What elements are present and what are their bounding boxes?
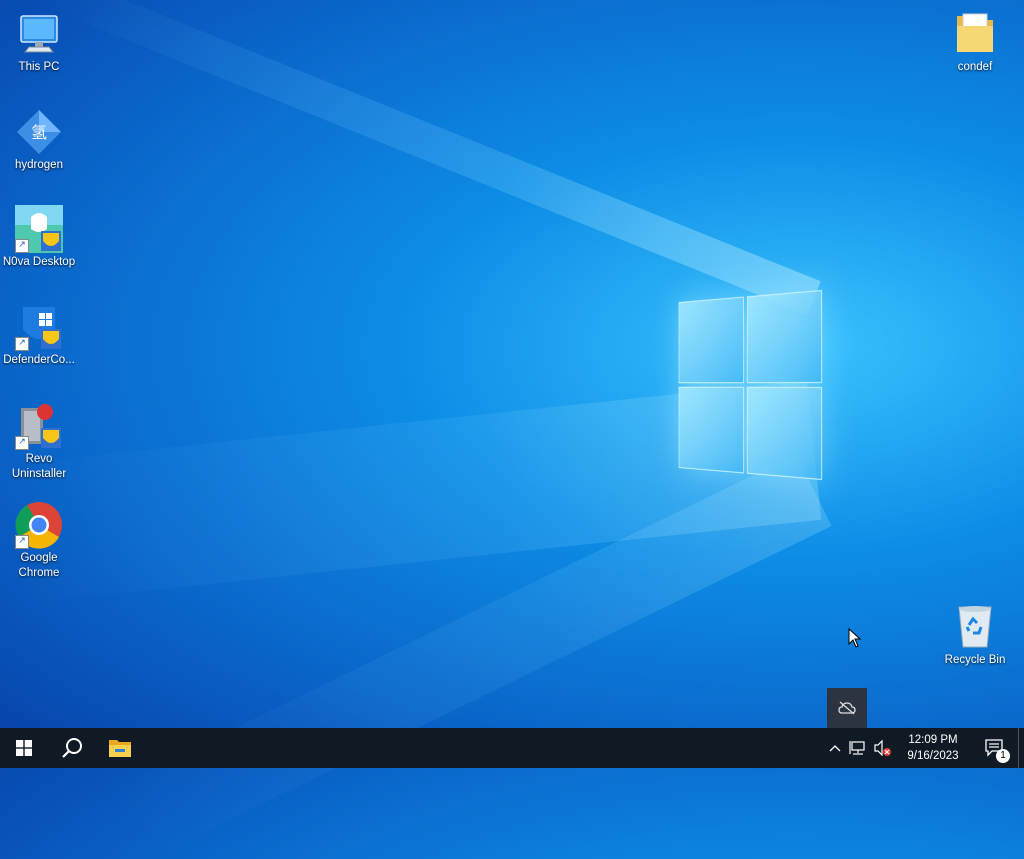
desktop-icon-label: DefenderCo... [3, 354, 75, 366]
desktop-icon-label: This PC [18, 61, 60, 73]
shortcut-arrow-icon: ↗ [15, 239, 29, 253]
file-explorer-icon [109, 740, 131, 757]
desktop-icon-label: condef [957, 61, 993, 73]
chrome-icon: ↗ [15, 501, 63, 549]
clock-date: 9/16/2023 [907, 750, 959, 762]
start-button[interactable] [0, 728, 48, 768]
network-icon [849, 741, 865, 755]
folder-icon [951, 10, 999, 58]
clock[interactable]: 12:09 PM 9/16/2023 [894, 732, 972, 764]
desktop-icon-label: N0va Desktop [2, 256, 76, 268]
defender-control-icon: ↗ [15, 303, 63, 351]
windows-wallpaper-logo [678, 290, 822, 480]
revo-uninstaller-icon: ↗ [15, 402, 63, 450]
volume-button[interactable] [870, 728, 894, 768]
shortcut-arrow-icon: ↗ [15, 535, 29, 549]
search-icon [62, 738, 82, 758]
show-desktop-button[interactable] [1018, 728, 1024, 768]
system-tray: 12:09 PM 9/16/2023 1 [824, 728, 1024, 768]
n0va-desktop-icon: ↗ [15, 205, 63, 253]
cloud-off-icon [838, 701, 856, 715]
desktop-icon-label: Google Chrome [18, 552, 60, 579]
wallpaper-light-beam [113, 454, 832, 859]
network-button[interactable] [846, 728, 870, 768]
windows-start-icon [16, 740, 32, 756]
shortcut-arrow-icon: ↗ [15, 337, 29, 351]
desktop-icon-label: hydrogen [15, 159, 63, 171]
desktop-icon-recycle-bin[interactable]: Recycle Bin [937, 603, 1013, 668]
search-button[interactable] [48, 728, 96, 768]
desktop-icon-this-pc[interactable]: This PC [1, 10, 77, 75]
show-hidden-icons-button[interactable] [824, 728, 846, 768]
desktop-icon-label: Revo Uninstaller [11, 453, 67, 480]
desktop-icon-label: Recycle Bin [944, 654, 1006, 666]
notification-count-badge: 1 [996, 749, 1010, 763]
chevron-up-icon [829, 745, 841, 752]
taskbar: 12:09 PM 9/16/2023 1 [0, 728, 1024, 768]
desktop-icon-condef[interactable]: condef [937, 10, 1013, 75]
desktop-icon-revo-uninstaller[interactable]: ↗ Revo Uninstaller [1, 402, 77, 482]
shortcut-arrow-icon: ↗ [15, 436, 29, 450]
action-center-button[interactable]: 1 [972, 728, 1018, 768]
this-pc-icon [15, 10, 63, 58]
taskbar-file-explorer[interactable] [96, 728, 144, 768]
hydrogen-icon: 氢 [15, 108, 63, 156]
desktop-icon-defender-control[interactable]: ↗ DefenderCo... [1, 303, 77, 368]
tray-popup[interactable] [827, 688, 867, 728]
recycle-bin-icon [951, 603, 999, 651]
svg-text:氢: 氢 [31, 123, 47, 142]
desktop-icon-google-chrome[interactable]: ↗ Google Chrome [1, 501, 77, 581]
desktop-icon-hydrogen[interactable]: 氢 hydrogen [1, 108, 77, 173]
desktop-icon-n0va-desktop[interactable]: ↗ N0va Desktop [1, 205, 77, 270]
wallpaper-light-beam [46, 0, 821, 315]
volume-muted-icon [874, 740, 891, 756]
mouse-cursor-icon [848, 627, 862, 652]
clock-time: 12:09 PM [908, 734, 958, 746]
